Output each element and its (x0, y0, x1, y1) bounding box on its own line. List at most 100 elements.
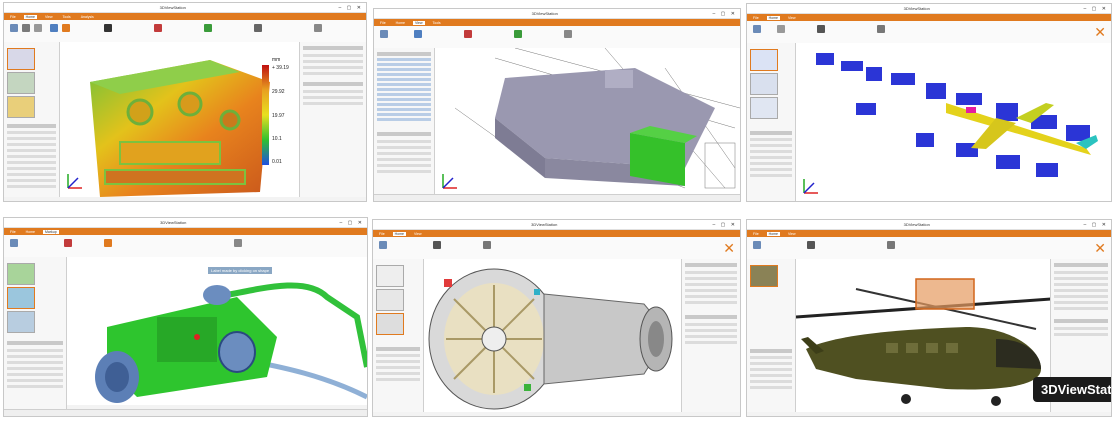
menu-tab-file[interactable]: File (377, 232, 387, 236)
model-tree-panel (374, 48, 435, 197)
menu-tab-home[interactable]: Home (394, 21, 407, 25)
3d-viewport[interactable] (796, 259, 1051, 412)
fit-icon[interactable] (50, 24, 58, 32)
tree-item[interactable] (377, 68, 431, 71)
menu-tab-file[interactable]: File (751, 232, 761, 236)
settings-icon[interactable] (234, 239, 242, 247)
measure-icon[interactable] (154, 24, 162, 32)
open-icon[interactable] (753, 25, 761, 33)
rotate-icon[interactable] (817, 25, 825, 33)
thumbnail[interactable] (7, 96, 35, 118)
window-controls-icon[interactable]: – ▢ ✕ (339, 5, 363, 11)
menu-tab-home[interactable]: Home (392, 231, 406, 236)
render-icon[interactable] (104, 24, 112, 32)
property-row (7, 149, 56, 152)
thumbnail[interactable] (7, 311, 35, 333)
save-icon[interactable] (22, 24, 30, 32)
window-controls-icon[interactable]: – ▢ ✕ (713, 222, 737, 228)
menu-tab-markup[interactable]: Markup (42, 229, 59, 234)
rotate-icon[interactable] (62, 24, 70, 32)
window-controls-icon[interactable]: – ▢ ✕ (340, 220, 364, 226)
menu-tab-view[interactable]: View (786, 16, 798, 20)
tree-item[interactable] (377, 98, 431, 101)
3d-viewport[interactable] (424, 259, 682, 412)
menu-tab-file[interactable]: File (8, 15, 18, 19)
menu-tab-file[interactable]: File (8, 230, 18, 234)
open-icon[interactable] (753, 241, 761, 249)
menu-tab-view[interactable]: View (412, 232, 424, 236)
3d-viewport[interactable] (435, 48, 740, 197)
note-icon[interactable] (104, 239, 112, 247)
menu-tab-file[interactable]: File (751, 16, 761, 20)
left-panel (4, 42, 60, 197)
menu-tab-home[interactable]: Home (766, 15, 780, 20)
tree-item[interactable] (377, 83, 431, 86)
section-icon[interactable] (204, 24, 212, 32)
tree-item[interactable] (377, 103, 431, 106)
thumbnail[interactable] (376, 265, 404, 287)
tree-item[interactable] (377, 63, 431, 66)
tree-item[interactable] (377, 78, 431, 81)
property-row (685, 341, 737, 344)
thumbnail[interactable] (376, 313, 404, 335)
tree-item[interactable] (377, 93, 431, 96)
thumbnail[interactable] (7, 72, 35, 94)
menu-tab-view[interactable]: View (43, 15, 55, 19)
thumbnail[interactable] (750, 265, 778, 287)
tree-item[interactable] (377, 118, 431, 121)
open-icon[interactable] (10, 24, 18, 32)
thumbnail[interactable] (7, 287, 35, 309)
property-row (685, 329, 737, 332)
3d-viewport[interactable]: Label made by clicking on shape (67, 257, 367, 405)
menu-tab-home[interactable]: Home (23, 14, 37, 19)
print-icon[interactable] (777, 25, 785, 33)
3d-viewport[interactable] (796, 43, 1111, 201)
property-row (7, 167, 56, 170)
menu-tab-view[interactable]: View (786, 232, 798, 236)
property-row (750, 374, 792, 377)
thumbnail[interactable] (7, 263, 35, 285)
rotate-icon[interactable] (433, 241, 441, 249)
open-icon[interactable] (10, 239, 18, 247)
menu-tab-home[interactable]: Home (24, 230, 37, 234)
menu-tab-tools[interactable]: Tools (61, 15, 73, 19)
thumbnail[interactable] (376, 289, 404, 311)
menu-tab-file[interactable]: File (378, 21, 388, 25)
tree-item[interactable] (377, 73, 431, 76)
rotate-icon[interactable] (807, 241, 815, 249)
tree-item[interactable] (377, 88, 431, 91)
property-row (1054, 277, 1108, 280)
tree-item[interactable] (377, 58, 431, 61)
menu-tab-analysis[interactable]: Analysis (79, 15, 96, 19)
thumbnail[interactable] (750, 73, 778, 95)
markup-icon[interactable] (64, 239, 72, 247)
open-icon[interactable] (379, 241, 387, 249)
property-row (1054, 307, 1108, 310)
window-controls-icon[interactable]: – ▢ ✕ (713, 11, 737, 17)
compare-icon[interactable] (254, 24, 262, 32)
window-controls-icon[interactable]: – ▢ ✕ (1084, 6, 1108, 12)
menu-tab-view[interactable]: View (412, 20, 425, 25)
menu-tab-tools[interactable]: Tools (431, 21, 443, 25)
tree-item[interactable] (377, 113, 431, 116)
menu-tab-home[interactable]: Home (766, 231, 780, 236)
pmi-icon[interactable] (564, 30, 572, 38)
print-icon[interactable] (34, 24, 42, 32)
properties-header (685, 315, 737, 319)
tree-item[interactable] (377, 108, 431, 111)
measure-icon[interactable] (464, 30, 472, 38)
ribbon-toolbar (4, 20, 366, 43)
window-controls-icon[interactable]: – ▢ ✕ (1084, 222, 1108, 228)
markup-tooltip: Label made by clicking on shape (208, 267, 273, 274)
select-icon[interactable] (877, 25, 885, 33)
select-icon[interactable] (887, 241, 895, 249)
select-icon[interactable] (483, 241, 491, 249)
open-icon[interactable] (380, 30, 388, 38)
thumbnail[interactable] (750, 49, 778, 71)
settings-icon[interactable] (314, 24, 322, 32)
thumbnail[interactable] (7, 48, 35, 70)
thumbnail[interactable] (750, 97, 778, 119)
fit-icon[interactable] (414, 30, 422, 38)
menu-bar: File Home View (373, 230, 740, 237)
section-icon[interactable] (514, 30, 522, 38)
